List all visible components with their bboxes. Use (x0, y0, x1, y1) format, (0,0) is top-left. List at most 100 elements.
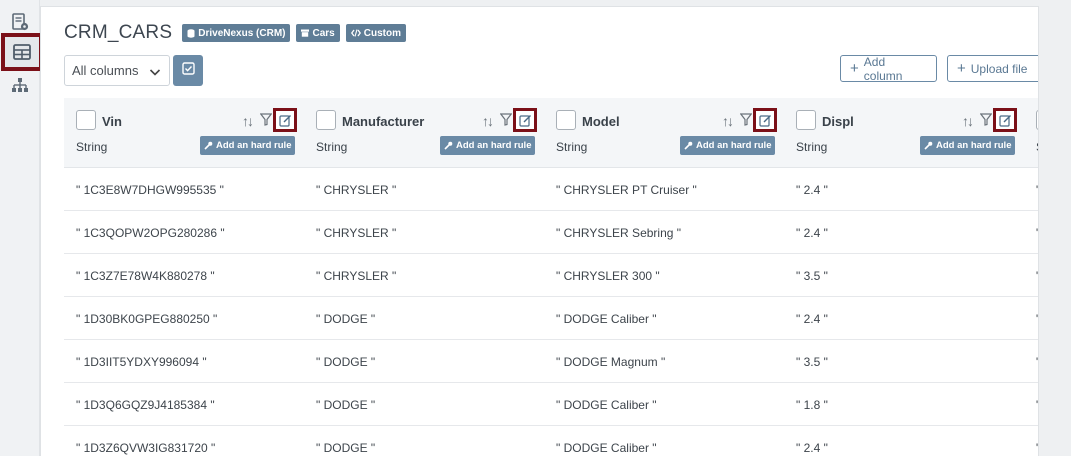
table-cell: " 1D3IIT5YDXY996094 " (76, 355, 207, 369)
column-name: Displ (822, 114, 854, 129)
table-cell: " CHRYSLER PT Cruiser " (556, 183, 697, 197)
column-checkbox[interactable] (796, 110, 816, 130)
archive-icon (301, 29, 310, 37)
sort-icon[interactable]: ↑↓ (482, 113, 494, 129)
column-type: String (556, 140, 588, 154)
column-filter-value: All columns (72, 63, 139, 78)
table-row[interactable]: " 1C3QOPW2OPG280286 " " CHRYSLER " " CHRYS… (64, 211, 1038, 254)
table-cell: " DODGE " (316, 441, 376, 455)
upload-file-button[interactable]: + Upload file (947, 55, 1038, 82)
table-cell: " CHRYSLER " (316, 226, 397, 240)
add-hard-rule-button[interactable]: Add an hard rule (920, 136, 1016, 155)
add-hard-rule-button[interactable]: Add an hard rule (680, 136, 776, 155)
sort-icon[interactable]: ↑↓ (722, 113, 734, 129)
column-name: Manufacturer (342, 114, 425, 129)
badge-source[interactable]: DriveNexus (CRM) (182, 24, 291, 42)
filter-icon[interactable] (979, 113, 993, 131)
badge-type[interactable]: Custom (345, 24, 406, 42)
add-hard-rule-label: Add an hard rule (696, 140, 772, 151)
table-cell-partial: " (1036, 441, 1038, 455)
upload-file-label: Upload file (970, 61, 1028, 76)
wrench-icon (684, 141, 693, 150)
table-body: " 1C3E8W7DHGW995535 " " CHRYSLER " " CHRYS… (64, 168, 1038, 456)
table-cell: " DODGE " (316, 312, 376, 326)
table-cell-partial: " (1036, 269, 1038, 283)
table-cell-partial: " (1036, 312, 1038, 326)
table-cell: " DODGE " (316, 355, 376, 369)
add-hard-rule-label: Add an hard rule (456, 140, 532, 151)
table-header: Vin String ↑↓ Add an hard rule Manufactu… (64, 98, 1038, 168)
add-hard-rule-label: Add an hard rule (216, 140, 292, 151)
table-cell: " DODGE Magnum " (556, 355, 666, 369)
column-checkbox[interactable] (316, 110, 336, 130)
wrench-icon (204, 141, 213, 150)
table-icon[interactable] (1, 33, 43, 71)
table-cell: " 1C3E8W7DHGW995535 " (76, 183, 224, 197)
edit-column-icon[interactable] (273, 108, 297, 132)
column-header-vin: Vin String ↑↓ Add an hard rule (64, 98, 304, 168)
badge-type-label: Custom (363, 27, 401, 39)
table-cell: " 1D3Q6GQZ9J4185384 " (76, 398, 215, 412)
add-hard-rule-button[interactable]: Add an hard rule (440, 136, 536, 155)
table-cell: " 2.4 " (796, 312, 828, 326)
column-checkbox[interactable] (76, 110, 96, 130)
table-row[interactable]: " 1C3Z7E78W4K880278 " " CHRYSLER " " CHRYS… (64, 254, 1038, 297)
table-cell: " 1C3QOPW2OPG280286 " (76, 226, 225, 240)
table-row[interactable]: " 1C3E8W7DHGW995535 " " CHRYSLER " " CHRYS… (64, 168, 1038, 211)
select-all-columns-button[interactable] (173, 55, 203, 86)
filter-icon[interactable] (499, 113, 513, 131)
table-row[interactable]: " 1D3Q6GQZ9J4185384 " " DODGE " " DODGE Ca… (64, 383, 1038, 426)
table-cell: " DODGE " (316, 398, 376, 412)
column-checkbox[interactable] (1036, 110, 1038, 130)
table-cell: " DODGE Caliber " (556, 398, 657, 412)
badge-source-label: DriveNexus (CRM) (198, 27, 286, 39)
table-cell: " CHRYSLER Sebring " (556, 226, 682, 240)
add-hard-rule-label: Add an hard rule (936, 140, 1012, 151)
table-cell: " CHRYSLER " (316, 183, 397, 197)
column-type: S (1036, 140, 1038, 154)
table-cell: " 3.5 " (796, 269, 828, 283)
left-sidebar (0, 0, 43, 456)
column-checkbox[interactable] (556, 110, 576, 130)
table-row[interactable]: " 1D30BK0GPEG880250 " " DODGE " " DODGE Ca… (64, 297, 1038, 340)
table-cell: " 1D30BK0GPEG880250 " (76, 312, 218, 326)
table-row[interactable]: " 1D3IIT5YDXY996094 " " DODGE " " DODGE Ma… (64, 340, 1038, 383)
column-type: String (76, 140, 108, 154)
database-icon (187, 28, 195, 38)
table-cell: " DODGE Caliber " (556, 312, 657, 326)
add-column-label: Add column (863, 54, 903, 83)
column-type: String (316, 140, 348, 154)
plus-icon: + (850, 60, 859, 77)
badge-category[interactable]: Cars (296, 24, 340, 42)
add-hard-rule-button[interactable]: Add an hard rule (200, 136, 296, 155)
plus-icon: + (957, 60, 966, 77)
wrench-icon (924, 141, 933, 150)
table-cell: " 1C3Z7E78W4K880278 " (76, 269, 215, 283)
table-cell: " CHRYSLER 300 " (556, 269, 660, 283)
table-cell: " CHRYSLER " (316, 269, 397, 283)
table-cell: " 1.8 " (796, 398, 828, 412)
code-icon (350, 29, 361, 37)
table-cell: " 2.4 " (796, 226, 828, 240)
chevron-down-icon (149, 65, 161, 80)
column-name: Model (582, 114, 620, 129)
document-settings-icon[interactable] (5, 8, 35, 36)
filter-icon[interactable] (259, 113, 273, 131)
table-cell: " 2.4 " (796, 441, 828, 455)
table-cell: " 2.4 " (796, 183, 828, 197)
edit-column-icon[interactable] (993, 108, 1017, 132)
edit-column-icon[interactable] (753, 108, 777, 132)
table-cell-partial: " (1036, 355, 1038, 369)
wrench-icon (444, 141, 453, 150)
filter-icon[interactable] (739, 113, 753, 131)
table-cell: " DODGE Caliber " (556, 441, 657, 455)
edit-column-icon[interactable] (513, 108, 537, 132)
table-cell-partial: " (1036, 398, 1038, 412)
add-column-button[interactable]: + Add column (840, 54, 937, 83)
column-filter-select[interactable]: All columns (64, 55, 170, 86)
table-row[interactable]: " 1D3Z6QVW3IG831720 " " DODGE " " DODGE Ca… (64, 426, 1038, 456)
network-icon[interactable] (5, 71, 35, 99)
checkbox-icon (181, 61, 195, 80)
sort-icon[interactable]: ↑↓ (962, 113, 974, 129)
sort-icon[interactable]: ↑↓ (242, 113, 254, 129)
